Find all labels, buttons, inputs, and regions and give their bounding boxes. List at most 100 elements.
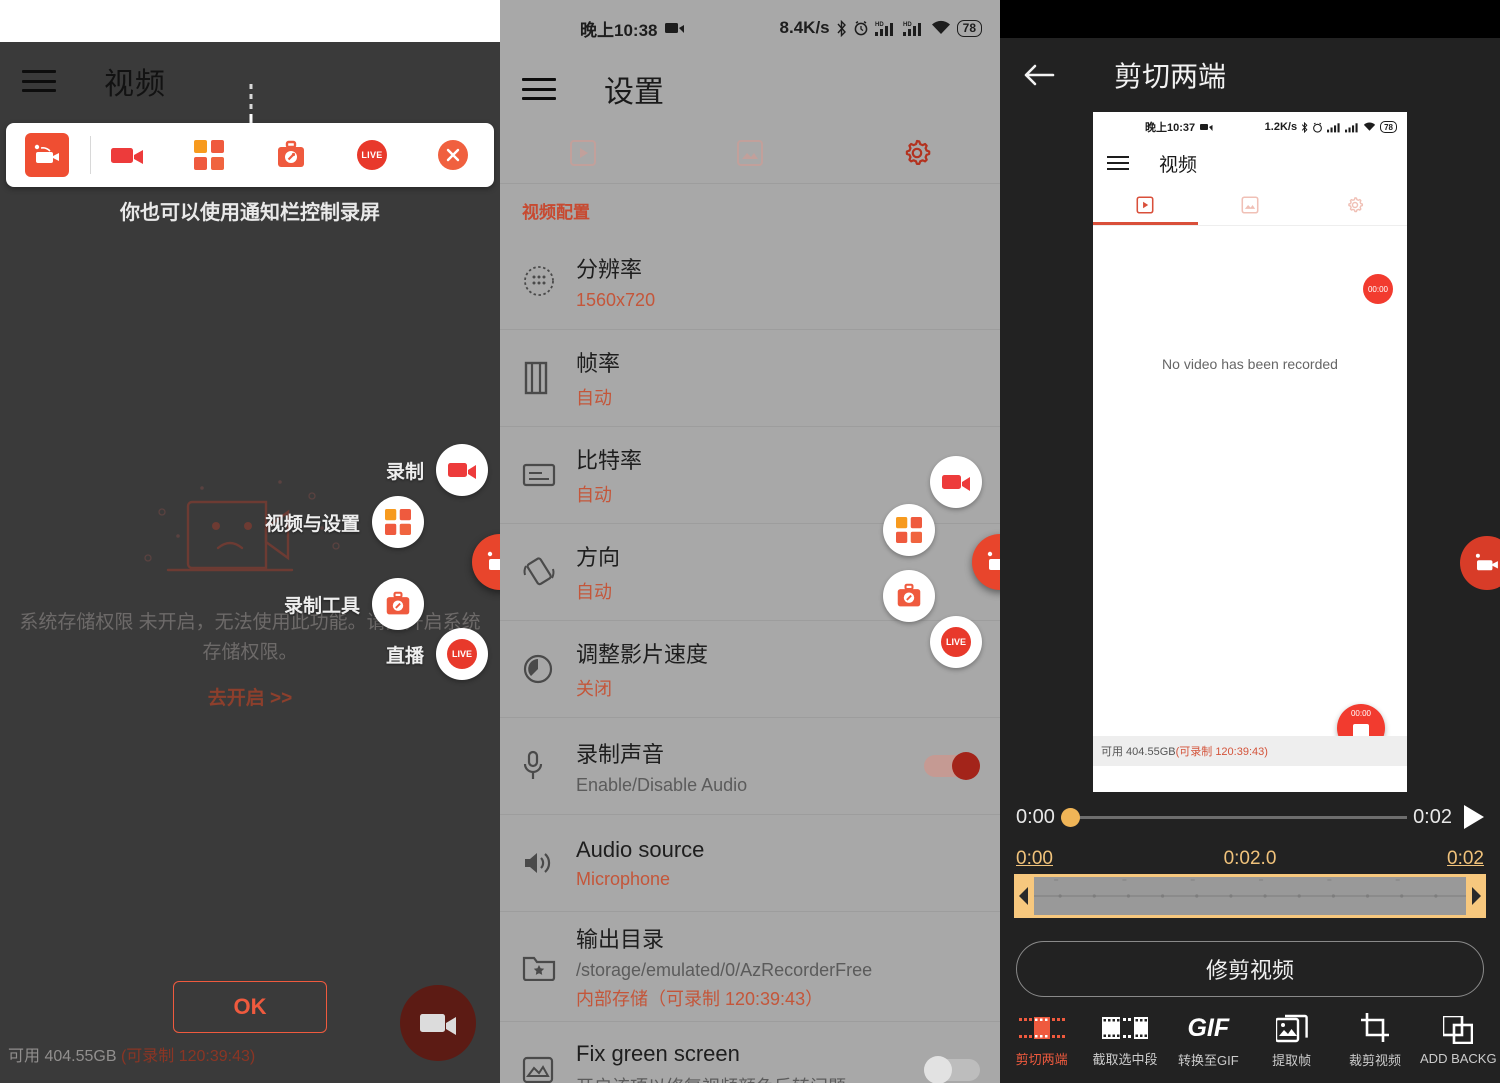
trim-ends-icon: [1018, 1017, 1065, 1039]
crop-icon: [1360, 1013, 1389, 1042]
recording-tools-button[interactable]: [263, 131, 319, 179]
setting-value: 内部存储（可录制 120:39:43）: [576, 989, 824, 1009]
top-black-strip: [1000, 0, 1500, 38]
three-panel-screenshot: 视频 LIVE 你也可以使用通知栏控制录屏 系统存储权限 未开启，无法使用此功能…: [0, 0, 1500, 1083]
live-icon: LIVE: [356, 140, 387, 170]
svg-text:HD: HD: [875, 22, 884, 28]
grid-squares-icon[interactable]: [883, 504, 935, 556]
back-arrow-icon[interactable]: [1022, 62, 1056, 88]
tool-extract-frame[interactable]: 提取帧: [1250, 1013, 1333, 1069]
add-background-icon: [1443, 1016, 1474, 1044]
preview-status-time: 晚上10:37: [1145, 122, 1196, 134]
seek-thumb[interactable]: [1060, 807, 1080, 827]
tab-video[interactable]: [500, 139, 667, 167]
live-button[interactable]: LIVE: [344, 131, 400, 179]
tab-images[interactable]: [667, 139, 834, 167]
play-icon[interactable]: [1464, 805, 1484, 829]
toolbox-icon: [372, 578, 424, 630]
section-title: 视频配置: [522, 203, 590, 222]
setting-label: 录制声音: [576, 741, 665, 767]
setting-label: Audio source: [576, 836, 705, 862]
page-title: 视频: [104, 68, 166, 101]
video-camera-icon: [436, 444, 488, 496]
trim-video-button[interactable]: 修剪视频: [1016, 941, 1484, 997]
video-and-settings-button[interactable]: [181, 131, 237, 179]
tool-trim-ends[interactable]: 剪切两端: [1000, 1014, 1083, 1068]
preview-empty-text: No video has been recorded: [1162, 356, 1338, 372]
floating-recorder-fab[interactable]: [1460, 536, 1500, 590]
page-title: 设置: [604, 76, 664, 109]
speed-icon: [522, 653, 576, 685]
tab-video[interactable]: [1093, 184, 1198, 225]
page-title: 剪切两端: [1114, 61, 1227, 92]
fab-record[interactable]: 录制: [386, 444, 488, 496]
cut-middle-icon: [1101, 1017, 1148, 1039]
alarm-icon: [854, 20, 867, 36]
trim-left-handle[interactable]: [1014, 874, 1034, 918]
setting-audio-source[interactable]: Audio source Microphone: [500, 815, 1000, 912]
trim-labels: 0:00 0:02.0 0:02: [1016, 848, 1484, 870]
panel-trim-video: 剪切两端 晚上10:37 1.2K/s 78 视频 No video has b…: [1000, 0, 1500, 1083]
setting-fix-green-screen[interactable]: Fix green screen 开启该项以修复视频颜色反转问题: [500, 1022, 1000, 1083]
storage-recordable: (可录制 120:39:43): [120, 1048, 256, 1065]
hd-signal-icon: HD: [874, 22, 893, 36]
fab-live[interactable]: 直播 LIVE: [386, 628, 488, 680]
live-label: LIVE: [361, 150, 383, 160]
record-audio-toggle[interactable]: [924, 752, 980, 780]
setting-video-speed[interactable]: 调整影片速度 关闭: [500, 621, 1000, 718]
fab-recording-tools-label: 录制工具: [283, 595, 360, 617]
setting-output-dir[interactable]: 输出目录 /storage/emulated/0/AzRecorderFree …: [500, 912, 1000, 1022]
status-time: 晚上10:38: [580, 20, 658, 40]
tool-convert-gif[interactable]: GIF 转换至GIF: [1167, 1013, 1250, 1069]
ok-button[interactable]: OK: [173, 981, 327, 1033]
tab-settings[interactable]: [833, 138, 1000, 168]
setting-label: 帧率: [576, 351, 621, 376]
fix-green-screen-toggle[interactable]: [924, 1056, 980, 1083]
setting-framerate[interactable]: 帧率 自动: [500, 330, 1000, 427]
image-box-icon: [737, 139, 763, 166]
setting-subtitle: 开启该项以修复视频颜色反转问题: [576, 1073, 924, 1083]
top-white-strip: [0, 0, 500, 42]
preview-title: 视频: [1159, 154, 1198, 176]
tab-settings[interactable]: [1302, 184, 1407, 225]
play-box-icon: [570, 139, 597, 166]
tool-add-background[interactable]: ADD BACKG: [1417, 1016, 1500, 1066]
wifi-icon: [1363, 122, 1376, 131]
film-strip-icon: [522, 361, 576, 395]
battery-indicator: 78: [956, 19, 982, 37]
video-preview-frame: 晚上10:37 1.2K/s 78 视频 No video has been r…: [1093, 112, 1407, 792]
setting-resolution[interactable]: 分辨率 1560x720: [500, 233, 1000, 330]
trim-timeline[interactable]: [1014, 874, 1486, 918]
fab-recording-tools[interactable]: 录制工具: [284, 578, 424, 630]
hamburger-icon[interactable]: [22, 70, 56, 92]
tab-images[interactable]: [1198, 184, 1303, 225]
enable-permission-link[interactable]: 去开启 >>: [0, 683, 500, 710]
setting-label: 比特率: [576, 448, 643, 473]
hd-signal-icon-2: HD: [902, 22, 921, 36]
close-button[interactable]: [425, 131, 481, 179]
live-icon[interactable]: LIVE: [930, 616, 982, 668]
microphone-icon: [522, 750, 576, 782]
hamburger-icon[interactable]: [522, 78, 556, 100]
record-fab-dimmed[interactable]: [400, 985, 476, 1061]
fab-video-settings-label: 视频与设置: [264, 513, 360, 535]
hamburger-icon[interactable]: [1107, 156, 1129, 170]
seek-track[interactable]: [1060, 807, 1408, 827]
seek-end-time: 0:02: [1413, 805, 1452, 828]
tool-crop-video[interactable]: 裁剪视频: [1333, 1013, 1416, 1069]
trim-right-handle[interactable]: [1466, 874, 1486, 918]
fab-video-settings[interactable]: 视频与设置: [265, 496, 424, 548]
preview-network-speed: 1.2K/s: [1264, 121, 1298, 133]
setting-label: 调整影片速度: [576, 642, 709, 667]
tool-cut-middle[interactable]: 截取选中段: [1083, 1014, 1166, 1068]
recorder-app-button[interactable]: [19, 131, 75, 179]
setting-record-audio[interactable]: 录制声音 Enable/Disable Audio: [500, 718, 1000, 815]
video-camera-icon[interactable]: [930, 456, 982, 508]
video-camera-button[interactable]: [100, 131, 156, 179]
battery-indicator: 78: [1380, 121, 1397, 133]
recording-icon: [1200, 124, 1213, 131]
setting-subtitle: Enable/Disable Audio: [576, 774, 748, 795]
tool-label: 剪切两端: [1015, 1052, 1068, 1067]
toolbox-icon[interactable]: [883, 570, 935, 622]
notification-hint-text: 你也可以使用通知栏控制录屏: [120, 202, 380, 224]
